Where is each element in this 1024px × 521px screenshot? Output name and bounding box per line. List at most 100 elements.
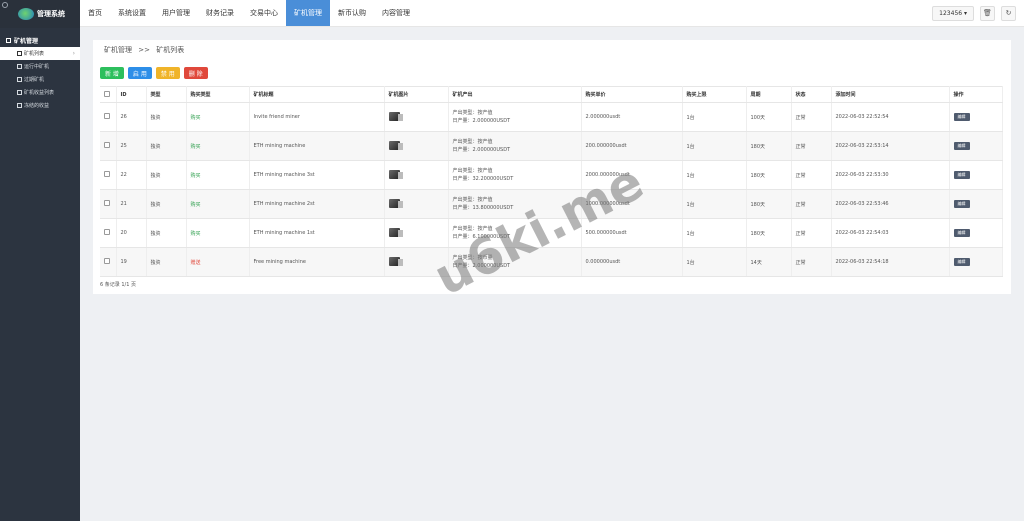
sidebar-item-income[interactable]: 矿机收益列表: [0, 86, 80, 99]
sidebar-group-label: 矿机管理: [14, 38, 39, 45]
col-output: 矿机产出: [448, 86, 582, 103]
col-buy-type: 购买类型: [186, 86, 250, 103]
cell-type: 独资: [146, 102, 187, 132]
cell-title: ETH mining machine: [249, 131, 385, 161]
tab-miner-management[interactable]: 矿机管理: [286, 0, 330, 26]
tab-trading[interactable]: 交易中心: [242, 0, 286, 26]
edit-button[interactable]: 编辑: [953, 142, 970, 150]
row-select-cell: [100, 189, 117, 219]
tab-user-management[interactable]: 用户管理: [154, 0, 198, 26]
row-checkbox[interactable]: [104, 229, 110, 235]
trash-icon[interactable]: 🗑: [980, 5, 995, 21]
select-all-checkbox[interactable]: [104, 90, 110, 97]
cell-type: 独资: [146, 247, 187, 277]
col-price: 购买单价: [581, 86, 683, 103]
cell-limit: 1台: [682, 102, 747, 132]
table-row[interactable]: 26 独资 购买 Invite friend miner 产出类型：按产值 日产量：2.0…: [100, 102, 1003, 132]
user-dropdown[interactable]: 123456 ▾: [932, 5, 974, 21]
cell-action: 编辑: [949, 102, 1003, 132]
sidebar-item-expired[interactable]: 过期矿机: [0, 73, 80, 86]
refresh-icon[interactable]: ↻: [1001, 5, 1016, 21]
row-select-cell: [100, 102, 117, 132]
miner-image: [388, 256, 403, 266]
cell-image: [384, 131, 449, 161]
cell-buy-type: 购买: [186, 160, 250, 190]
cell-title: ETH mining machine 2st: [249, 189, 385, 219]
output-kind: 产出类型：按产值: [452, 110, 493, 116]
cell-type: 独资: [146, 189, 187, 219]
cell-action: 编辑: [949, 160, 1003, 190]
col-limit: 购买上限: [682, 86, 747, 103]
cell-status: 正常: [791, 102, 832, 132]
settings-icon[interactable]: [2, 2, 8, 8]
output-kind: 产出类型：按产值: [452, 168, 493, 174]
edit-button[interactable]: 编辑: [953, 200, 970, 208]
col-type: 类型: [146, 86, 187, 103]
tab-system-settings[interactable]: 系统设置: [110, 0, 154, 26]
cell-limit: 1台: [682, 218, 747, 248]
sidebar-item-label: 矿机收益列表: [24, 90, 55, 96]
edit-button[interactable]: 编辑: [953, 171, 970, 179]
table-row[interactable]: 22 独资 购买 ETH mining machine 3st 产出类型：按产值 日产量：…: [100, 160, 1003, 190]
cell-id: 20: [116, 218, 147, 248]
cell-image: [384, 189, 449, 219]
logo: [18, 8, 34, 20]
row-checkbox[interactable]: [104, 142, 110, 148]
edit-button[interactable]: 编辑: [953, 229, 970, 237]
cell-price: 200.000000usdt: [581, 131, 683, 161]
cell-action: 编辑: [949, 131, 1003, 161]
tab-home[interactable]: 首页: [80, 0, 110, 26]
cell-time: 2022-06-03 22:52:54: [831, 102, 950, 132]
tab-finance[interactable]: 财务记录: [198, 0, 242, 26]
cell-status: 正常: [791, 131, 832, 161]
sidebar-item-label: 过期矿机: [24, 77, 45, 83]
cell-buy-type: 购买: [186, 189, 250, 219]
cell-time: 2022-06-03 22:53:30: [831, 160, 950, 190]
chevron-right-icon: ›: [72, 50, 75, 57]
output-daily: 日产量：32.200000USDT: [452, 176, 514, 182]
cell-type: 独资: [146, 160, 187, 190]
pagination-info: 6 条记录 1/1 页: [100, 282, 136, 288]
cell-title: ETH mining machine 1st: [249, 218, 385, 248]
col-id: ID: [116, 86, 147, 103]
cell-buy-type: 购买: [186, 131, 250, 161]
sidebar-group-miner[interactable]: 矿机管理: [0, 34, 80, 47]
cell-action: 编辑: [949, 189, 1003, 219]
add-button[interactable]: 新 增: [100, 67, 124, 79]
cell-status: 正常: [791, 247, 832, 277]
row-checkbox[interactable]: [104, 113, 110, 119]
col-time: 添加时间: [831, 86, 950, 103]
sidebar-item-label: 运行中矿机: [24, 64, 50, 70]
cell-action: 编辑: [949, 247, 1003, 277]
tab-content[interactable]: 内容管理: [374, 0, 418, 26]
delete-button[interactable]: 删 除: [183, 67, 208, 79]
breadcrumb-sep: >>: [138, 46, 150, 54]
tab-new-coin[interactable]: 新币认购: [330, 0, 374, 26]
edit-button[interactable]: 编辑: [953, 113, 970, 121]
row-checkbox[interactable]: [104, 200, 110, 206]
row-checkbox[interactable]: [104, 171, 110, 177]
cell-id: 19: [116, 247, 147, 277]
enable-button[interactable]: 启 用: [127, 67, 152, 79]
edit-button[interactable]: 编辑: [953, 258, 970, 266]
row-checkbox[interactable]: [104, 258, 110, 264]
sidebar-item-miner-list[interactable]: 矿机列表 ›: [0, 47, 80, 60]
list-icon: [17, 103, 22, 108]
cell-period: 180天: [746, 189, 792, 219]
row-select-cell: [100, 131, 117, 161]
content-panel: 矿机管理 >> 矿机列表 新 增 启 用 禁 用 删 除 ID 类型 购买类型 …: [93, 40, 1011, 294]
sidebar-item-running[interactable]: 运行中矿机: [0, 60, 80, 73]
sidebar-item-label: 矿机列表: [24, 51, 45, 57]
col-status: 状态: [791, 86, 832, 103]
row-select-cell: [100, 160, 117, 190]
breadcrumb-root[interactable]: 矿机管理: [104, 46, 132, 54]
miner-image: [388, 111, 403, 121]
miner-image: [388, 169, 403, 179]
cell-limit: 1台: [682, 131, 747, 161]
sidebar-item-frozen[interactable]: 冻结的收益: [0, 99, 80, 112]
cell-id: 26: [116, 102, 147, 132]
cell-period: 100天: [746, 102, 792, 132]
miner-image: [388, 140, 403, 150]
disable-button[interactable]: 禁 用: [155, 67, 180, 79]
table-row[interactable]: 25 独资 购买 ETH mining machine 产出类型：按产值 日产量：2.00…: [100, 131, 1003, 161]
